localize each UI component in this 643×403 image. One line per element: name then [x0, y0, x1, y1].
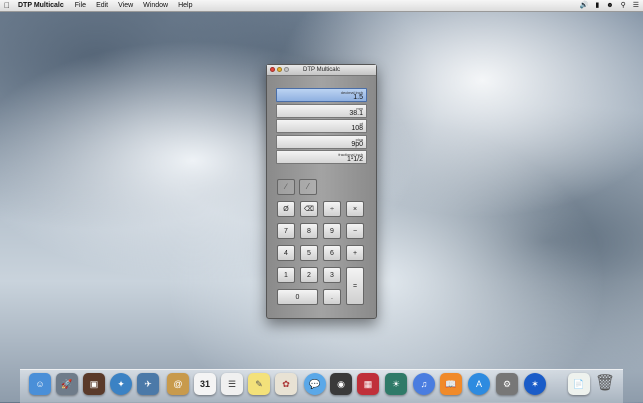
dock: ☺ 🚀 ▣ ✦ ✈ @ 31 ☰ ✎ ✿ 💬 ◉ ▦ ☀ ♫ 📖 A ⚙ ✶ 📄… [20, 369, 623, 403]
decimal-inch-value: 1.5 [353, 94, 363, 101]
dashboard-icon[interactable]: ✶ [524, 373, 546, 395]
launchpad-icon[interactable]: 🚀 [56, 373, 78, 395]
reminders-icon[interactable]: ☰ [221, 373, 243, 395]
apple-menu-icon[interactable]:  [0, 0, 14, 11]
pt-field[interactable]: pt 108 [276, 119, 367, 133]
fractional-inch-field[interactable]: fractional inch 1¹1/2 [276, 150, 367, 164]
system-preferences-icon[interactable]: ⚙ [496, 373, 518, 395]
backspace-key[interactable]: ⌫ [300, 201, 318, 217]
plus-key[interactable]: + [346, 245, 364, 261]
notes-icon[interactable]: ✎ [248, 373, 270, 395]
decimal-key[interactable]: . [323, 289, 341, 305]
dtp-multicalc-dock-icon[interactable]: ▦ [357, 373, 379, 395]
key-9[interactable]: 9 [323, 223, 341, 239]
close-button[interactable] [270, 67, 275, 72]
fractional-inch-value: 1¹1/2 [347, 156, 363, 163]
keypad: Ø ⌫ ÷ × 7 8 9 − 4 5 6 + 1 2 3 = 0 . [275, 200, 369, 310]
dtp-multicalc-window: DTP Multicalc decimal inch 1.5 mm 38.1 p… [266, 64, 377, 319]
contacts-icon[interactable]: @ [167, 373, 189, 395]
minus-key[interactable]: − [346, 223, 364, 239]
extra-buttons: ∕ ⁄ [277, 179, 317, 195]
documents-stack-icon[interactable]: 📄 [568, 373, 590, 395]
photo-booth-icon[interactable]: ▣ [83, 373, 105, 395]
key-8[interactable]: 8 [300, 223, 318, 239]
fraction-format-button-icon[interactable]: ⁄ [299, 179, 317, 195]
key-5[interactable]: 5 [300, 245, 318, 261]
calendar-icon[interactable]: 31 [194, 373, 216, 395]
key-1[interactable]: 1 [277, 267, 295, 283]
pica-value: 9p0 [351, 140, 363, 148]
clear-key[interactable]: Ø [277, 201, 295, 217]
key-3[interactable]: 3 [323, 267, 341, 283]
spotlight-search-icon[interactable]: ⚲ [621, 0, 626, 11]
menu-bar:  DTP Multicalc File Edit View Window He… [0, 0, 643, 12]
pica-field[interactable]: pica 9p0 [276, 134, 367, 149]
divide-key[interactable]: ÷ [323, 201, 341, 217]
preview-icon[interactable]: ✈ [137, 373, 159, 395]
window-title: DTP Multicalc [303, 67, 340, 73]
mm-value: 38.1 [349, 109, 363, 117]
app-store-icon[interactable]: A [468, 373, 490, 395]
key-6[interactable]: 6 [323, 245, 341, 261]
menu-help[interactable]: Help [173, 0, 197, 11]
window-titlebar[interactable]: DTP Multicalc [267, 65, 376, 76]
key-0[interactable]: 0 [277, 289, 318, 305]
key-7[interactable]: 7 [277, 223, 295, 239]
equals-key[interactable]: = [346, 267, 364, 305]
photos-icon[interactable]: ✿ [275, 373, 297, 395]
iphoto-icon[interactable]: ☀ [385, 373, 407, 395]
facetime-icon[interactable]: ◉ [330, 373, 352, 395]
pt-value: 108 [351, 125, 363, 132]
mm-field[interactable]: mm 38.1 [276, 103, 367, 118]
ibooks-icon[interactable]: 📖 [440, 373, 462, 395]
key-2[interactable]: 2 [300, 267, 318, 283]
menu-file[interactable]: File [70, 0, 91, 11]
safari-icon[interactable]: ✦ [110, 373, 132, 395]
volume-icon[interactable]: 🔊 [580, 0, 589, 11]
zoom-button[interactable] [284, 67, 289, 72]
menu-edit[interactable]: Edit [91, 0, 113, 11]
battery-icon[interactable]: ▮ [595, 0, 599, 11]
itunes-icon[interactable]: ♫ [413, 373, 435, 395]
finder-icon[interactable]: ☺ [29, 373, 51, 395]
trash-icon[interactable]: 🗑 [594, 373, 616, 395]
messages-icon[interactable]: 💬 [304, 373, 326, 395]
minimize-button[interactable] [277, 67, 282, 72]
key-4[interactable]: 4 [277, 245, 295, 261]
unit-fields: decimal inch 1.5 mm 38.1 pt 108 pica 9p0… [276, 88, 367, 166]
app-menu[interactable]: DTP Multicalc [14, 0, 70, 11]
status-icons: 🔊 ▮ ☻ ⚲ ☰ [580, 0, 639, 11]
notification-center-icon[interactable]: ☰ [633, 0, 639, 11]
menu-window[interactable]: Window [138, 0, 173, 11]
multiply-key[interactable]: × [346, 201, 364, 217]
fraction-button-icon[interactable]: ∕ [277, 179, 295, 195]
menu-view[interactable]: View [113, 0, 138, 11]
decimal-inch-field[interactable]: decimal inch 1.5 [276, 88, 367, 102]
user-icon[interactable]: ☻ [606, 0, 613, 11]
